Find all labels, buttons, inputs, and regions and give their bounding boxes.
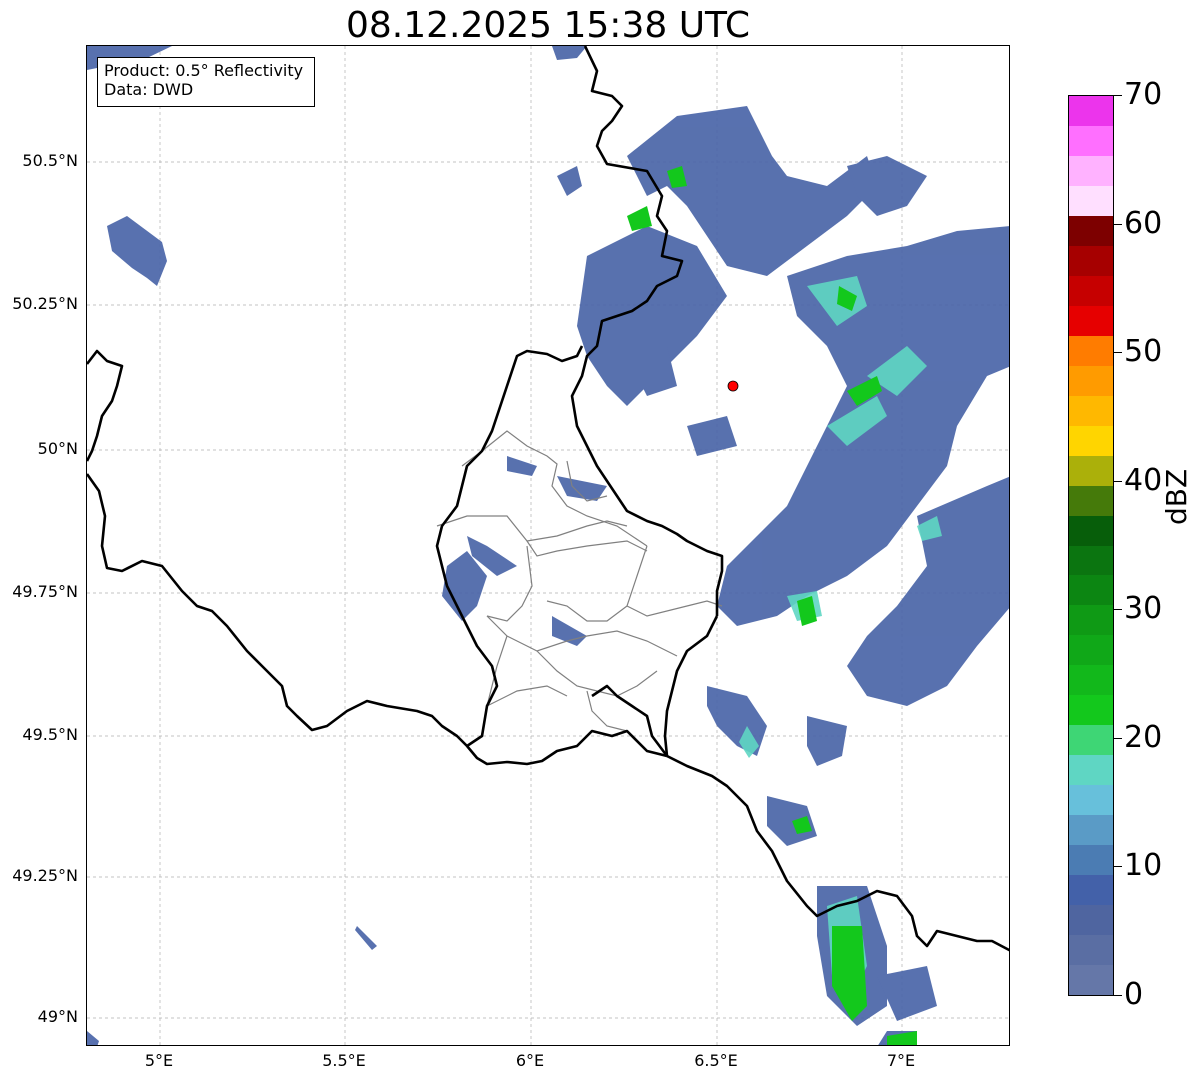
- colorbar-tick-label: 30: [1124, 591, 1163, 627]
- map-canvas: [87, 46, 1009, 1045]
- data-source-label: Data: DWD: [104, 80, 194, 99]
- colorbar-segment: [1069, 484, 1113, 516]
- colorbar-segment: [1069, 245, 1113, 276]
- lat-tick-label: 50.25°N: [12, 294, 78, 313]
- colorbar-tick: [1114, 866, 1122, 868]
- colorbar-segment: [1069, 215, 1113, 246]
- lon-tick-label: 6.5°E: [694, 1051, 738, 1070]
- lon-tick-label: 6°E: [515, 1051, 545, 1070]
- colorbar-tick: [1114, 995, 1122, 996]
- lat-tick-label: 50°N: [37, 439, 78, 458]
- lat-tick-label: 49°N: [37, 1007, 78, 1026]
- colorbar-segment: [1069, 874, 1113, 906]
- colorbar-tick: [1114, 609, 1122, 611]
- colorbar-tick: [1114, 223, 1122, 225]
- colorbar-segment: [1069, 185, 1113, 216]
- colorbar-segment: [1069, 964, 1113, 995]
- radar-map[interactable]: [86, 45, 1010, 1046]
- colorbar-segment: [1069, 305, 1113, 336]
- colorbar-segment: [1069, 395, 1113, 426]
- colorbar-tick: [1114, 737, 1122, 739]
- colorbar-segment: [1069, 335, 1113, 366]
- colorbar-segment: [1069, 455, 1113, 486]
- colorbar-segment: [1069, 754, 1113, 786]
- lon-tick-label: 7°E: [886, 1051, 916, 1070]
- colorbar-title: dBZ: [1160, 468, 1193, 525]
- lat-tick-label: 49.25°N: [12, 866, 78, 885]
- product-label: Product: 0.5° Reflectivity: [104, 61, 304, 80]
- colorbar-segment: [1069, 365, 1113, 396]
- colorbar-tick-label: 50: [1124, 334, 1163, 370]
- colorbar-tick: [1114, 95, 1122, 96]
- colorbar-tick-label: 20: [1124, 719, 1163, 755]
- colorbar-segment: [1069, 784, 1113, 816]
- lat-tick-label: 49.75°N: [12, 582, 78, 601]
- colorbar-segment: [1069, 634, 1113, 666]
- colorbar-segment: [1069, 425, 1113, 456]
- colorbar-tick: [1114, 480, 1122, 482]
- lat-tick-label: 50.5°N: [22, 151, 78, 170]
- dbz-colorbar: [1068, 95, 1114, 996]
- colorbar-segment: [1069, 514, 1113, 546]
- lon-tick-label: 5°E: [144, 1051, 174, 1070]
- colorbar-segment: [1069, 544, 1113, 576]
- radar-site-marker: [727, 380, 739, 392]
- map-title: 08.12.2025 15:38 UTC: [345, 5, 751, 46]
- colorbar-tick-label: 70: [1124, 77, 1163, 112]
- colorbar-tick: [1114, 352, 1122, 354]
- product-info-box: Product: 0.5° Reflectivity Data: DWD: [97, 57, 315, 107]
- radar-echoes-weak: [87, 46, 1009, 1045]
- colorbar-segment: [1069, 155, 1113, 186]
- colorbar-segment: [1069, 664, 1113, 696]
- colorbar-segment: [1069, 814, 1113, 846]
- colorbar-segment: [1069, 125, 1113, 156]
- colorbar-tick-label: 0: [1124, 977, 1144, 1012]
- colorbar-segment: [1069, 934, 1113, 966]
- colorbar-tick-label: 10: [1124, 848, 1163, 884]
- colorbar-segment: [1069, 574, 1113, 606]
- colorbar-segment: [1069, 694, 1113, 726]
- colorbar-tick-label: 60: [1124, 205, 1163, 241]
- colorbar-segment: [1069, 96, 1113, 126]
- colorbar-segment: [1069, 904, 1113, 936]
- colorbar-tick-label: 40: [1124, 462, 1163, 498]
- colorbar-segment: [1069, 844, 1113, 876]
- colorbar-segment: [1069, 275, 1113, 306]
- colorbar-segment: [1069, 604, 1113, 636]
- colorbar-segment: [1069, 724, 1113, 756]
- lon-tick-label: 5.5°E: [322, 1051, 366, 1070]
- lat-tick-label: 49.5°N: [22, 725, 78, 744]
